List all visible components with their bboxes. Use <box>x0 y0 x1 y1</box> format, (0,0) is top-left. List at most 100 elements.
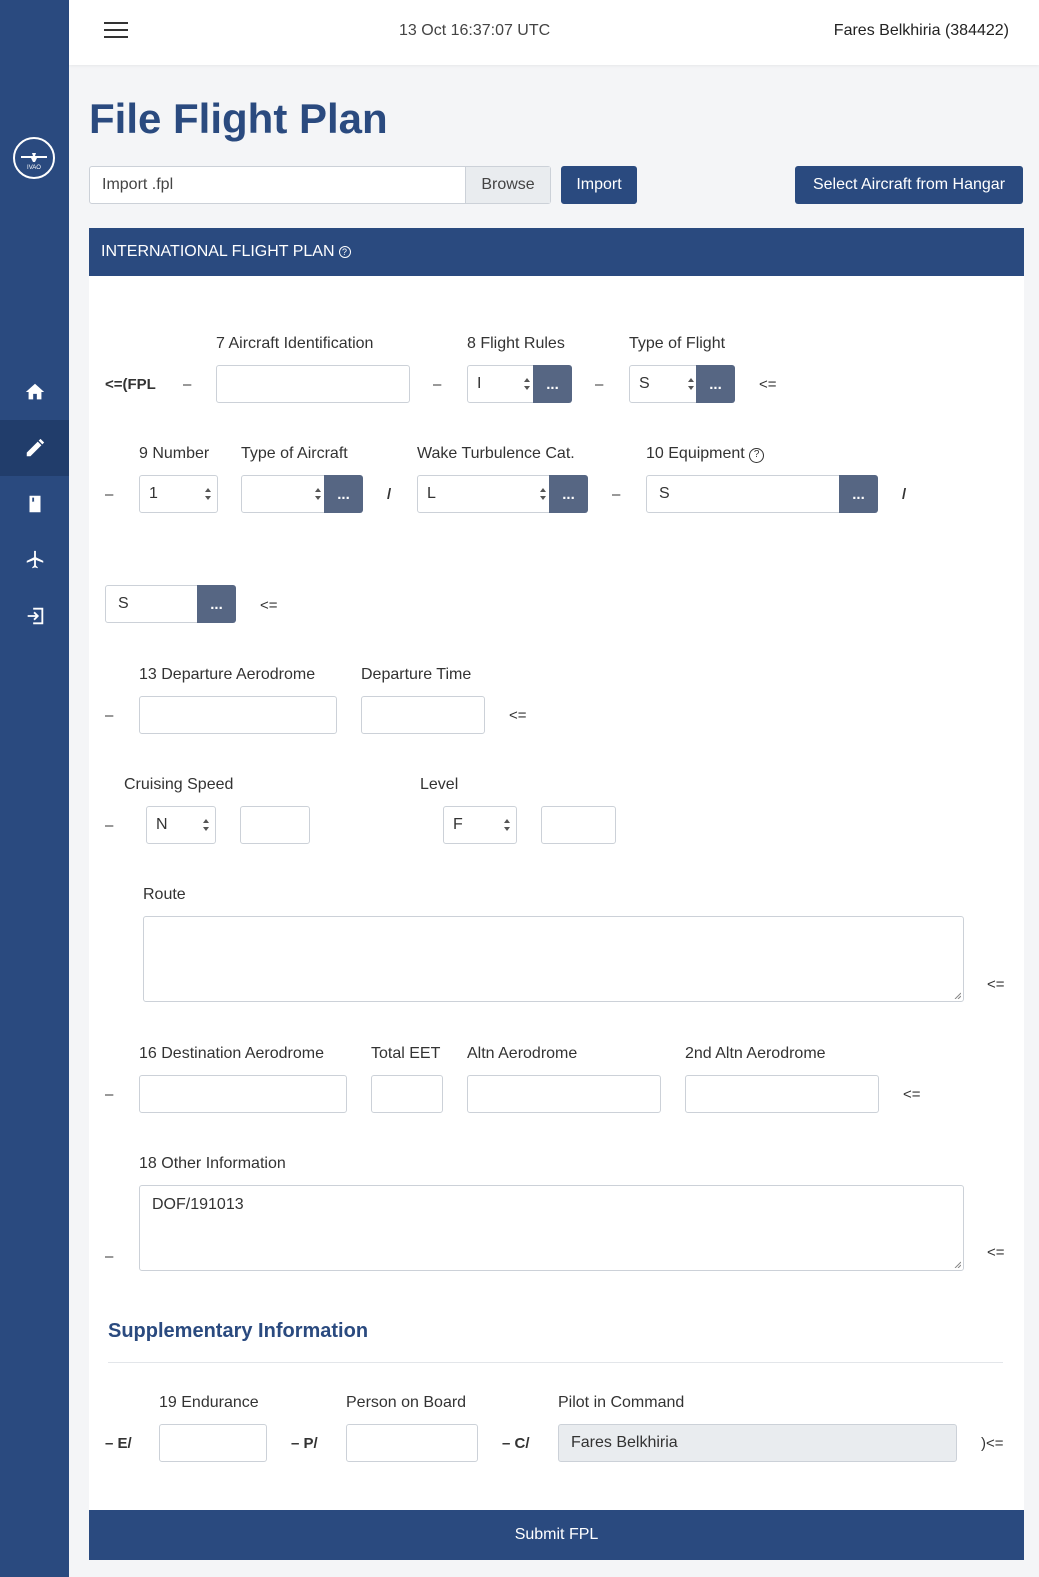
endurance-prefix: – E/ <box>105 1435 132 1452</box>
sidebar-item-book[interactable] <box>0 476 69 532</box>
dash-symbol: – <box>105 486 114 503</box>
select-aircraft-hangar-button[interactable]: Select Aircraft from Hangar <box>795 166 1023 204</box>
sidebar: IVAO <box>0 0 69 1577</box>
total-eet-input[interactable] <box>371 1075 443 1113</box>
person-on-board-label: Person on Board <box>346 1394 467 1411</box>
type-of-aircraft-picker-button[interactable]: ... <box>324 475 363 513</box>
route-label: Route <box>143 886 186 903</box>
help-icon[interactable]: ? <box>338 245 351 258</box>
flight-rules-select[interactable]: I <box>467 365 537 403</box>
divider <box>108 1362 1003 1363</box>
sidebar-item-home[interactable] <box>0 364 69 420</box>
select-arrows-icon <box>504 819 510 831</box>
flight-rules-value: I <box>477 375 482 392</box>
type-of-aircraft-select[interactable] <box>241 475 328 513</box>
resize-grip-icon[interactable] <box>953 991 961 999</box>
other-information-textarea[interactable]: DOF/191013 <box>139 1185 964 1271</box>
type-of-flight-value: S <box>639 375 650 392</box>
end-symbol: <= <box>509 707 527 724</box>
file-input-label: Import .fpl <box>102 176 174 193</box>
dash-symbol: – <box>433 376 442 393</box>
resize-grip-icon[interactable] <box>953 1260 961 1268</box>
level-unit-select[interactable]: F <box>443 806 517 844</box>
dash-symbol: – <box>105 707 114 724</box>
pic-prefix: – C/ <box>502 1435 530 1452</box>
other-information-value: DOF/191013 <box>152 1196 244 1213</box>
speed-unit-value: N <box>156 816 168 833</box>
sidebar-item-flights[interactable] <box>0 532 69 588</box>
end-symbol: <= <box>759 376 777 393</box>
altn-aerodrome-input[interactable] <box>467 1075 661 1113</box>
type-of-flight-picker-button[interactable]: ... <box>696 365 735 403</box>
number-value: 1 <box>149 485 158 502</box>
aircraft-id-input[interactable] <box>216 365 410 403</box>
menu-icon[interactable] <box>104 22 128 42</box>
select-arrows-icon <box>688 378 694 390</box>
level-input[interactable] <box>541 806 616 844</box>
flight-rules-picker-button[interactable]: ... <box>533 365 572 403</box>
wake-turbulence-value: L <box>427 485 436 502</box>
dash-symbol: – <box>595 376 604 393</box>
route-textarea[interactable] <box>143 916 964 1002</box>
destination-aerodrome-label: 16 Destination Aerodrome <box>139 1045 324 1062</box>
destination-aerodrome-input[interactable] <box>139 1075 347 1113</box>
utc-clock: 13 Oct 16:37:07 UTC <box>399 22 551 39</box>
wake-turbulence-picker-button[interactable]: ... <box>549 475 588 513</box>
slash-symbol: / <box>387 486 392 503</box>
level-unit-value: F <box>453 816 463 833</box>
book-icon <box>29 495 40 513</box>
dash-symbol: – <box>105 817 114 834</box>
flight-rules-label: 8 Flight Rules <box>467 335 565 352</box>
home-icon <box>25 383 44 400</box>
equipment-picker-button[interactable]: ... <box>839 475 878 513</box>
close-symbol: )<= <box>981 1435 1004 1452</box>
fpl-open-symbol: <=(FPL <box>105 376 156 393</box>
supplementary-information-title: Supplementary Information <box>108 1320 369 1342</box>
import-button[interactable]: Import <box>561 166 637 204</box>
ivao-logo[interactable]: IVAO <box>13 137 55 179</box>
help-icon[interactable]: ? <box>749 448 765 463</box>
page-title: File Flight Plan <box>89 95 388 142</box>
topbar: 13 Oct 16:37:07 UTC Fares Belkhiria (384… <box>69 0 1039 65</box>
select-arrows-icon <box>540 488 546 500</box>
second-altn-aerodrome-input[interactable] <box>685 1075 879 1113</box>
sidebar-item-file-fpl[interactable] <box>0 420 69 476</box>
submit-fpl-button[interactable]: Submit FPL <box>89 1510 1024 1560</box>
dash-symbol: – <box>105 1248 114 1265</box>
endurance-label: 19 Endurance <box>159 1394 259 1411</box>
equipment-input[interactable]: S <box>646 475 841 513</box>
flight-plan-card: INTERNATIONAL FLIGHT PLAN? <=(FPL – 7 Ai… <box>89 228 1024 1560</box>
departure-aerodrome-input[interactable] <box>139 696 337 734</box>
person-on-board-input[interactable] <box>346 1424 478 1462</box>
sign-out-icon <box>27 607 43 625</box>
select-arrows-icon <box>524 378 530 390</box>
departure-time-input[interactable] <box>361 696 485 734</box>
number-select[interactable]: 1 <box>139 475 218 513</box>
speed-unit-select[interactable]: N <box>146 806 216 844</box>
surveillance-picker-button[interactable]: ... <box>197 585 236 623</box>
file-input[interactable]: Import .fpl Browse <box>89 166 551 204</box>
svg-text:IVAO: IVAO <box>27 165 41 171</box>
pilot-in-command-label: Pilot in Command <box>558 1394 685 1411</box>
sidebar-item-logout[interactable] <box>0 588 69 644</box>
browse-button[interactable]: Browse <box>465 167 550 203</box>
card-header: INTERNATIONAL FLIGHT PLAN? <box>89 228 1024 276</box>
second-altn-aerodrome-label: 2nd Altn Aerodrome <box>685 1045 826 1062</box>
slash-symbol: / <box>902 486 907 503</box>
pilot-in-command-input: Fares Belkhiria <box>558 1424 957 1462</box>
user-name[interactable]: Fares Belkhiria (384422) <box>834 22 1009 40</box>
number-label: 9 Number <box>139 445 210 462</box>
cruising-speed-label: Cruising Speed <box>124 776 234 793</box>
level-label: Level <box>420 776 459 793</box>
departure-time-label: Departure Time <box>361 666 472 683</box>
surveillance-input[interactable]: S <box>105 585 199 623</box>
equipment-label-text: 10 Equipment <box>646 445 745 462</box>
wake-turbulence-select[interactable]: L <box>417 475 553 513</box>
dash-symbol: – <box>612 486 621 503</box>
type-of-flight-select[interactable]: S <box>629 365 701 403</box>
total-eet-label: Total EET <box>371 1045 441 1062</box>
cruising-speed-input[interactable] <box>240 806 310 844</box>
plane-logo-icon: IVAO <box>21 153 47 171</box>
endurance-input[interactable] <box>159 1424 267 1462</box>
wake-turbulence-label: Wake Turbulence Cat. <box>417 445 575 462</box>
